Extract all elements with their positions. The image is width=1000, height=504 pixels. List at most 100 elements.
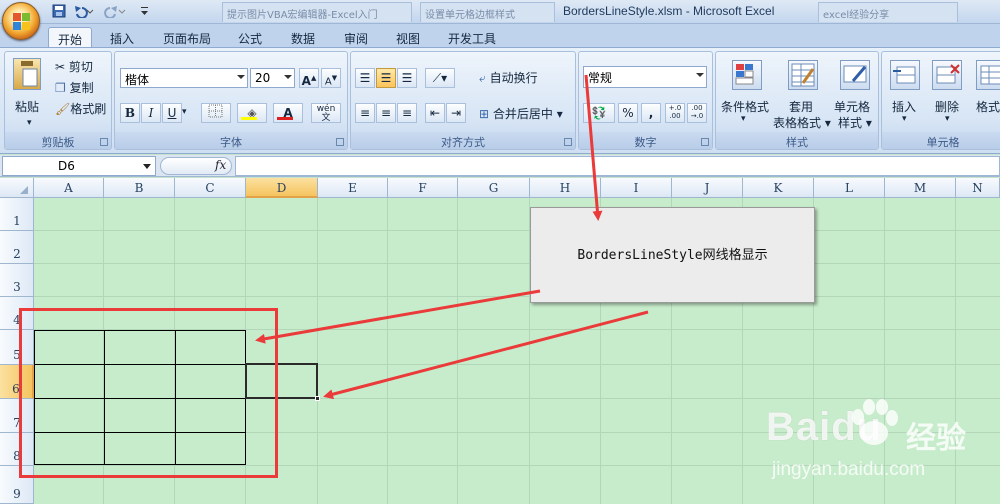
chevron-down-icon[interactable]: ▾	[902, 114, 907, 124]
orientation-button[interactable]: ⟋▾	[425, 68, 455, 88]
cut-button[interactable]: ✂ 剪切	[55, 58, 93, 75]
paste-dropdown-icon[interactable]: ▾	[27, 118, 32, 128]
merge-center-button[interactable]: ⊞ 合并后居中 ▾	[479, 105, 563, 122]
number-format-combo[interactable]: 常规	[583, 66, 707, 88]
decrease-decimal-button[interactable]: .00 →.0	[687, 103, 707, 123]
copy-button[interactable]: ❐ 复制	[55, 79, 94, 96]
delete-cells-button[interactable]: 删除	[935, 98, 959, 115]
border-grid-icon	[208, 104, 223, 118]
align-bottom-button[interactable]: ☰	[397, 68, 417, 88]
select-all-button[interactable]	[0, 178, 34, 198]
background-tab[interactable]: 设置单元格边框样式	[420, 2, 555, 22]
row-header-3[interactable]: 3	[0, 264, 34, 297]
cell-styles-icon[interactable]	[840, 60, 870, 90]
tab-page-layout[interactable]: 页面布局	[155, 27, 219, 48]
conditional-formatting-button[interactable]: 条件格式	[721, 98, 769, 115]
align-center-button[interactable]: ≡	[376, 103, 396, 123]
align-left-button[interactable]: ≡	[355, 103, 375, 123]
column-header-e[interactable]: E	[318, 178, 388, 198]
insert-function-button[interactable]: fx	[160, 157, 232, 175]
align-middle-button[interactable]: ☰	[376, 68, 396, 88]
cell-styles-button[interactable]: 样式 ▾	[838, 114, 872, 131]
format-as-table-line1[interactable]: 套用	[789, 98, 813, 115]
row-header-1[interactable]: 1	[0, 198, 34, 231]
chevron-down-icon[interactable]: ▾	[945, 114, 950, 124]
format-as-table-button[interactable]: 表格格式 ▾	[773, 114, 831, 131]
percent-button[interactable]: %	[618, 103, 638, 123]
column-header-h[interactable]: H	[530, 178, 601, 198]
chevron-down-icon[interactable]: ▾	[741, 114, 746, 124]
name-box[interactable]: D6	[2, 156, 156, 176]
customize-quick-access-icon[interactable]	[140, 4, 150, 20]
number-launcher-icon[interactable]	[701, 138, 709, 146]
bold-button[interactable]: B	[120, 103, 140, 123]
decrease-indent-button[interactable]: ⇤	[425, 103, 445, 123]
font-color-button[interactable]: A	[273, 103, 303, 123]
tab-formulas[interactable]: 公式	[228, 27, 272, 48]
phonetic-guide-button[interactable]: wén 文	[311, 103, 341, 123]
conditional-formatting-icon[interactable]	[732, 60, 762, 90]
column-header-a[interactable]: A	[34, 178, 104, 198]
format-painter-button[interactable]: 🖌格式刷	[55, 100, 106, 117]
column-header-c[interactable]: C	[175, 178, 246, 198]
accounting-format-button[interactable]: 💱	[583, 103, 615, 123]
background-tab-label: 提示图片VBA宏编辑器-Excel入门	[227, 10, 378, 21]
tab-home[interactable]: 开始	[48, 27, 92, 48]
format-as-table-icon[interactable]	[788, 60, 818, 90]
column-header-n[interactable]: N	[956, 178, 1000, 198]
background-tab[interactable]: excel经验分享	[818, 2, 958, 22]
align-right-icon: ≡	[401, 106, 413, 120]
formula-input[interactable]	[235, 156, 1000, 176]
office-button[interactable]	[2, 2, 40, 40]
delete-cells-icon[interactable]	[932, 60, 962, 90]
undo-icon[interactable]	[72, 4, 94, 20]
underline-button[interactable]: U	[162, 103, 182, 123]
increase-decimal-button[interactable]: +.0 .00	[665, 103, 685, 123]
column-header-j[interactable]: J	[672, 178, 743, 198]
shrink-font-button[interactable]: A▼	[321, 68, 341, 88]
font-launcher-icon[interactable]	[336, 138, 344, 146]
paste-icon[interactable]	[13, 58, 41, 90]
chevron-down-icon[interactable]	[143, 164, 151, 169]
column-header-f[interactable]: F	[388, 178, 458, 198]
align-top-button[interactable]: ☰	[355, 68, 375, 88]
format-cells-icon[interactable]	[976, 60, 1000, 90]
row-header-2[interactable]: 2	[0, 231, 34, 264]
alignment-launcher-icon[interactable]	[564, 138, 572, 146]
grow-font-button[interactable]: A▲	[299, 68, 319, 88]
increase-indent-button[interactable]: ⇥	[446, 103, 466, 123]
column-header-d[interactable]: D	[246, 178, 318, 198]
italic-button[interactable]: I	[141, 103, 161, 123]
redo-icon[interactable]	[104, 4, 126, 20]
underline-dropdown-icon[interactable]: ▾	[182, 107, 187, 117]
column-header-i[interactable]: I	[601, 178, 672, 198]
excel-window: 提示图片VBA宏编辑器-Excel入门 设置单元格边框样式 BordersLin…	[0, 0, 1000, 504]
insert-cells-icon[interactable]	[890, 60, 920, 90]
column-header-m[interactable]: M	[885, 178, 956, 198]
paste-button[interactable]: 粘贴	[15, 98, 39, 115]
fill-color-button[interactable]: ◈	[237, 103, 267, 123]
background-tab[interactable]: 提示图片VBA宏编辑器-Excel入门	[222, 2, 412, 22]
tab-data[interactable]: 数据	[281, 27, 325, 48]
borders-button[interactable]	[201, 103, 231, 123]
column-header-b[interactable]: B	[104, 178, 175, 198]
clipboard-launcher-icon[interactable]	[100, 138, 108, 146]
save-icon[interactable]	[52, 4, 66, 20]
fill-handle[interactable]	[315, 396, 320, 401]
column-header-l[interactable]: L	[814, 178, 885, 198]
tab-insert[interactable]: 插入	[100, 27, 144, 48]
format-cells-button[interactable]: 格式	[976, 98, 1000, 115]
font-size-combo[interactable]: 20	[250, 68, 295, 88]
cell-styles-line1[interactable]: 单元格	[834, 98, 870, 115]
align-right-button[interactable]: ≡	[397, 103, 417, 123]
wrap-text-button[interactable]: ⤶ 自动换行	[479, 69, 538, 86]
tab-view[interactable]: 视图	[386, 27, 430, 48]
merge-cells-icon: ⊞	[479, 107, 490, 121]
font-name-combo[interactable]: 楷体	[120, 68, 248, 88]
tab-review[interactable]: 审阅	[334, 27, 378, 48]
column-header-k[interactable]: K	[743, 178, 814, 198]
column-header-g[interactable]: G	[458, 178, 530, 198]
insert-cells-button[interactable]: 插入	[892, 98, 916, 115]
tab-developer[interactable]: 开发工具	[440, 27, 504, 48]
comma-style-button[interactable]: ,	[641, 103, 661, 123]
